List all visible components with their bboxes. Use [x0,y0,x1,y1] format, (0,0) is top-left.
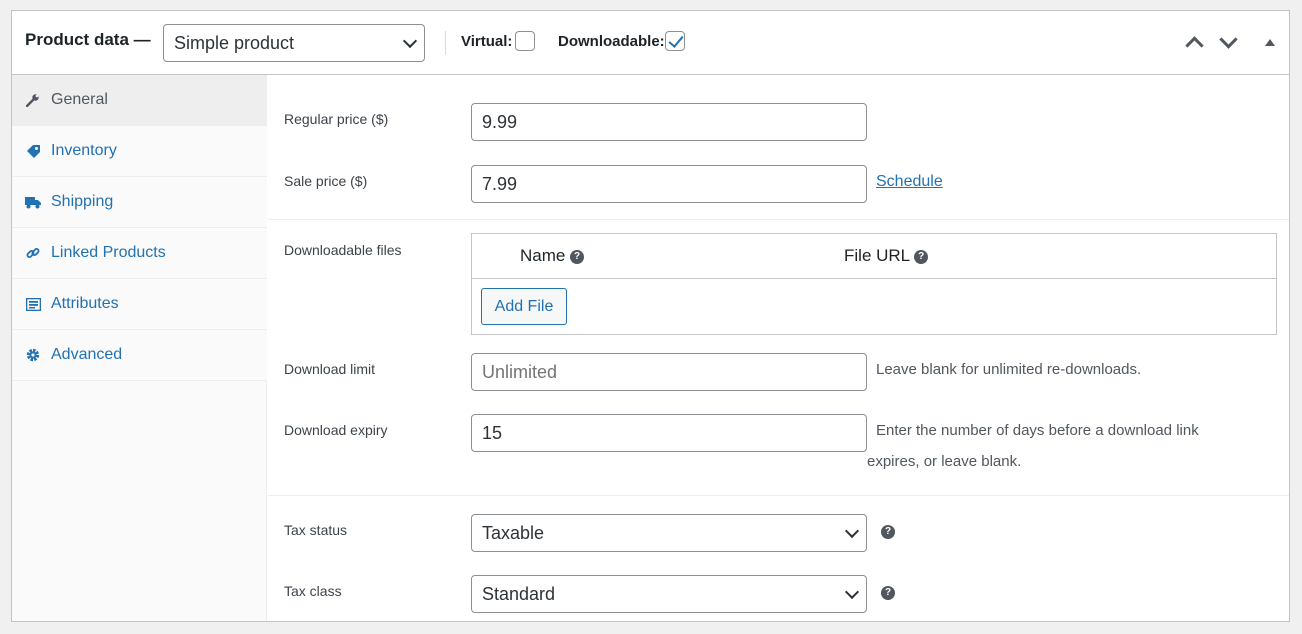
column-file-url: File URL ? [844,246,929,266]
general-tab-panel: Regular price ($) 9.99 Sale price ($) 7.… [268,75,1289,621]
product-data-panel: Product data — Simple product Virtual: D… [11,10,1290,622]
tab-shipping[interactable]: Shipping [12,177,267,228]
tab-attributes-label: Attributes [51,295,119,312]
product-data-tabs: General Inventory Shipping Linked Produc… [12,75,267,621]
tax-status-value: Taxable [482,522,545,543]
tax-status-select[interactable]: Taxable [471,514,867,552]
tab-inventory-label: Inventory [51,142,117,159]
downloadable-files-table: Name ? File URL ? Add File [471,233,1277,335]
tab-advanced[interactable]: Advanced [12,330,267,381]
regular-price-value: 9.99 [482,111,518,132]
downloadable-checkbox[interactable] [665,31,685,51]
panel-title: Product data — [25,30,151,49]
help-icon[interactable]: ? [914,249,929,264]
header-divider [445,31,446,55]
tax-class-value: Standard [482,583,556,604]
tab-general-label: General [51,91,108,108]
move-down-icon[interactable] [1218,33,1238,53]
sale-price-label: Sale price ($) [284,173,368,189]
download-expiry-hint-line1: Enter the number of days before a downlo… [876,422,1199,439]
tab-shipping-label: Shipping [51,193,114,210]
chevron-down-icon [402,33,418,49]
tax-class-label: Tax class [284,583,342,599]
tax-status-label: Tax status [284,522,348,538]
tab-attributes[interactable]: Attributes [12,279,267,330]
download-limit-placeholder: Unlimited [482,361,558,382]
product-type-select[interactable]: Simple product [163,24,425,62]
tag-icon [25,143,41,159]
gear-icon [25,347,41,363]
tax-class-select[interactable]: Standard [471,575,867,613]
truck-icon [25,194,41,210]
tab-inventory[interactable]: Inventory [12,126,267,177]
tab-linked-products[interactable]: Linked Products [12,228,267,279]
sale-price-input[interactable]: 7.99 [471,165,867,203]
column-name-label: Name [520,246,566,265]
column-file-url-label: File URL [844,246,910,265]
tab-general[interactable]: General [12,75,267,126]
tab-linked-products-label: Linked Products [51,244,166,261]
help-icon[interactable]: ? [881,525,895,539]
sale-price-value: 7.99 [482,173,518,194]
list-icon [25,296,41,312]
download-limit-label: Download limit [284,361,376,377]
help-icon[interactable]: ? [570,249,585,264]
download-expiry-input[interactable]: 15 [471,414,867,452]
downloadable-label: Downloadable: [558,33,665,50]
download-expiry-value: 15 [482,422,503,443]
help-icon[interactable]: ? [881,586,895,600]
chevron-down-icon [844,584,860,600]
schedule-link[interactable]: Schedule [876,173,943,191]
download-expiry-hint-line2: expires, or leave blank. [867,453,1022,470]
download-expiry-label: Download expiry [284,422,388,438]
wrench-icon [25,92,41,108]
download-limit-input[interactable]: Unlimited [471,353,867,391]
tab-advanced-label: Advanced [51,346,123,363]
section-divider [268,495,1289,496]
virtual-label: Virtual: [461,33,513,50]
chevron-down-icon [844,523,860,539]
section-divider [268,219,1289,220]
panel-header: Product data — Simple product Virtual: D… [12,11,1289,75]
files-table-header: Name ? File URL ? [472,234,1276,279]
virtual-checkbox[interactable] [515,31,535,51]
downloadable-files-label: Downloadable files [284,242,402,258]
column-name: Name ? [520,246,585,266]
link-icon [25,245,41,261]
collapse-toggle-icon[interactable] [1260,33,1280,53]
product-type-value: Simple product [174,32,295,53]
download-limit-hint: Leave blank for unlimited re-downloads. [876,361,1142,378]
add-file-button[interactable]: Add File [481,288,567,325]
move-up-icon[interactable] [1184,33,1204,53]
regular-price-input[interactable]: 9.99 [471,103,867,141]
regular-price-label: Regular price ($) [284,111,389,127]
